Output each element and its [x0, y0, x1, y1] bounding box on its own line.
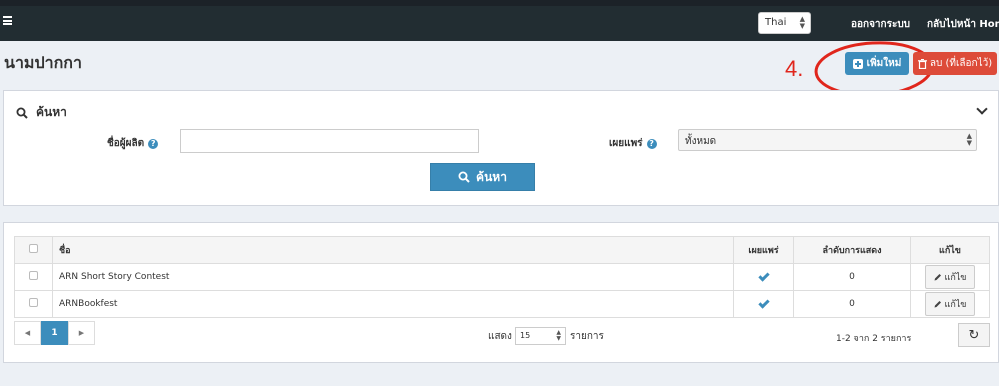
published-label-text: เผยแพร่: [609, 138, 643, 149]
language-select-value: Thai: [765, 17, 787, 28]
pagination: ◀ 1 ▶: [14, 321, 95, 345]
page-title: นามปากกา: [4, 53, 82, 72]
per-page-value: 15: [520, 331, 531, 340]
table-row: ARN Short Story Contest 0 แก้ไข: [14, 263, 990, 291]
menu-toggle-icon[interactable]: [3, 16, 12, 25]
table-row: ARNBookfest 0 แก้ไข: [14, 290, 990, 318]
column-header-name[interactable]: ชื่อ: [52, 236, 734, 264]
pencil-icon: [934, 274, 941, 281]
help-icon[interactable]: ?: [646, 138, 657, 149]
next-page-icon[interactable]: ▶: [68, 321, 95, 345]
page-1-button[interactable]: 1: [41, 321, 68, 345]
refresh-icon[interactable]: ↻: [958, 323, 990, 347]
search-panel: ค้นหา ชื่อผู้ผลิต ? เผยแพร่ ? ทั้งหมด ▲ ▼…: [3, 90, 999, 206]
trash-icon: [917, 58, 927, 69]
row-select-cell: [14, 263, 53, 291]
table-header-row: ชื่อ เผยแพร่ ลำดับการแสดง แก้ไข: [14, 236, 990, 264]
published-select[interactable]: ทั้งหมด ▲ ▼: [678, 129, 977, 151]
per-page-select[interactable]: 15 ▲ ▼: [515, 327, 566, 345]
edit-button[interactable]: แก้ไข: [924, 265, 976, 289]
search-panel-title: ค้นหา: [36, 105, 67, 119]
publisher-label-text: ชื่อผู้ผลิต: [107, 138, 145, 149]
select-all-cell: [14, 236, 53, 264]
row-order: 0: [793, 290, 911, 318]
add-new-label: เพิ่มใหม่: [866, 58, 902, 69]
search-icon: [458, 171, 470, 183]
column-header-order[interactable]: ลำดับการแสดง: [793, 236, 911, 264]
language-select[interactable]: Thai ▲ ▼: [758, 12, 811, 34]
annotation-number: 4.: [785, 56, 804, 81]
column-header-edit: แก้ไข: [910, 236, 990, 264]
row-edit-cell: แก้ไข: [910, 290, 990, 318]
help-icon[interactable]: ?: [148, 138, 159, 149]
search-panel-header: ค้นหา: [16, 103, 67, 122]
plus-square-icon: [852, 58, 863, 69]
row-name: ARN Short Story Contest: [52, 263, 734, 291]
select-arrows-icon: ▲ ▼: [799, 15, 805, 30]
edit-button-label: แก้ไข: [944, 300, 967, 310]
select-arrows-icon: ▲ ▼: [556, 329, 561, 342]
search-button[interactable]: ค้นหา: [430, 163, 535, 191]
items-label: รายการ: [570, 331, 604, 342]
publisher-input[interactable]: [180, 129, 479, 153]
row-select-cell: [14, 290, 53, 318]
select-arrows-icon: ▲ ▼: [966, 132, 972, 147]
row-name: ARNBookfest: [52, 290, 734, 318]
delete-selected-button[interactable]: ลบ (ที่เลือกไว้): [913, 52, 997, 75]
search-icon: [16, 107, 28, 119]
checkmark-icon: [757, 270, 770, 282]
row-checkbox[interactable]: [29, 298, 38, 307]
search-button-label: ค้นหา: [476, 169, 507, 184]
publisher-label: ชื่อผู้ผลิต ?: [107, 136, 159, 151]
navbar: Thai ▲▼ ออกจากระบบ กลับไปหน้า Home: [0, 6, 999, 41]
checkmark-icon: [757, 297, 770, 309]
row-checkbox[interactable]: [29, 271, 38, 280]
edit-button-label: แก้ไข: [944, 273, 967, 283]
prev-page-icon[interactable]: ◀: [14, 321, 41, 345]
show-label: แสดง: [488, 331, 512, 342]
collapse-chevron-icon[interactable]: [976, 103, 988, 115]
logout-link[interactable]: ออกจากระบบ: [851, 17, 910, 32]
add-new-button[interactable]: เพิ่มใหม่: [845, 52, 909, 75]
results-table: ชื่อ เผยแพร่ ลำดับการแสดง แก้ไข ARN Shor…: [14, 236, 990, 318]
pencil-icon: [934, 301, 941, 308]
delete-selected-label: ลบ (ที่เลือกไว้): [929, 58, 993, 69]
row-order: 0: [793, 263, 911, 291]
results-summary: 1-2 จาก 2 รายการ: [836, 334, 912, 344]
edit-button[interactable]: แก้ไข: [924, 292, 976, 316]
published-label: เผยแพร่ ?: [609, 136, 657, 151]
column-header-published[interactable]: เผยแพร่: [733, 236, 794, 264]
home-link[interactable]: กลับไปหน้า Home: [927, 17, 999, 32]
published-select-value: ทั้งหมด: [685, 136, 717, 147]
row-edit-cell: แก้ไข: [910, 263, 990, 291]
row-published-cell: [733, 290, 794, 318]
select-all-checkbox[interactable]: [29, 244, 38, 253]
results-panel: ชื่อ เผยแพร่ ลำดับการแสดง แก้ไข ARN Shor…: [3, 222, 999, 363]
row-published-cell: [733, 263, 794, 291]
